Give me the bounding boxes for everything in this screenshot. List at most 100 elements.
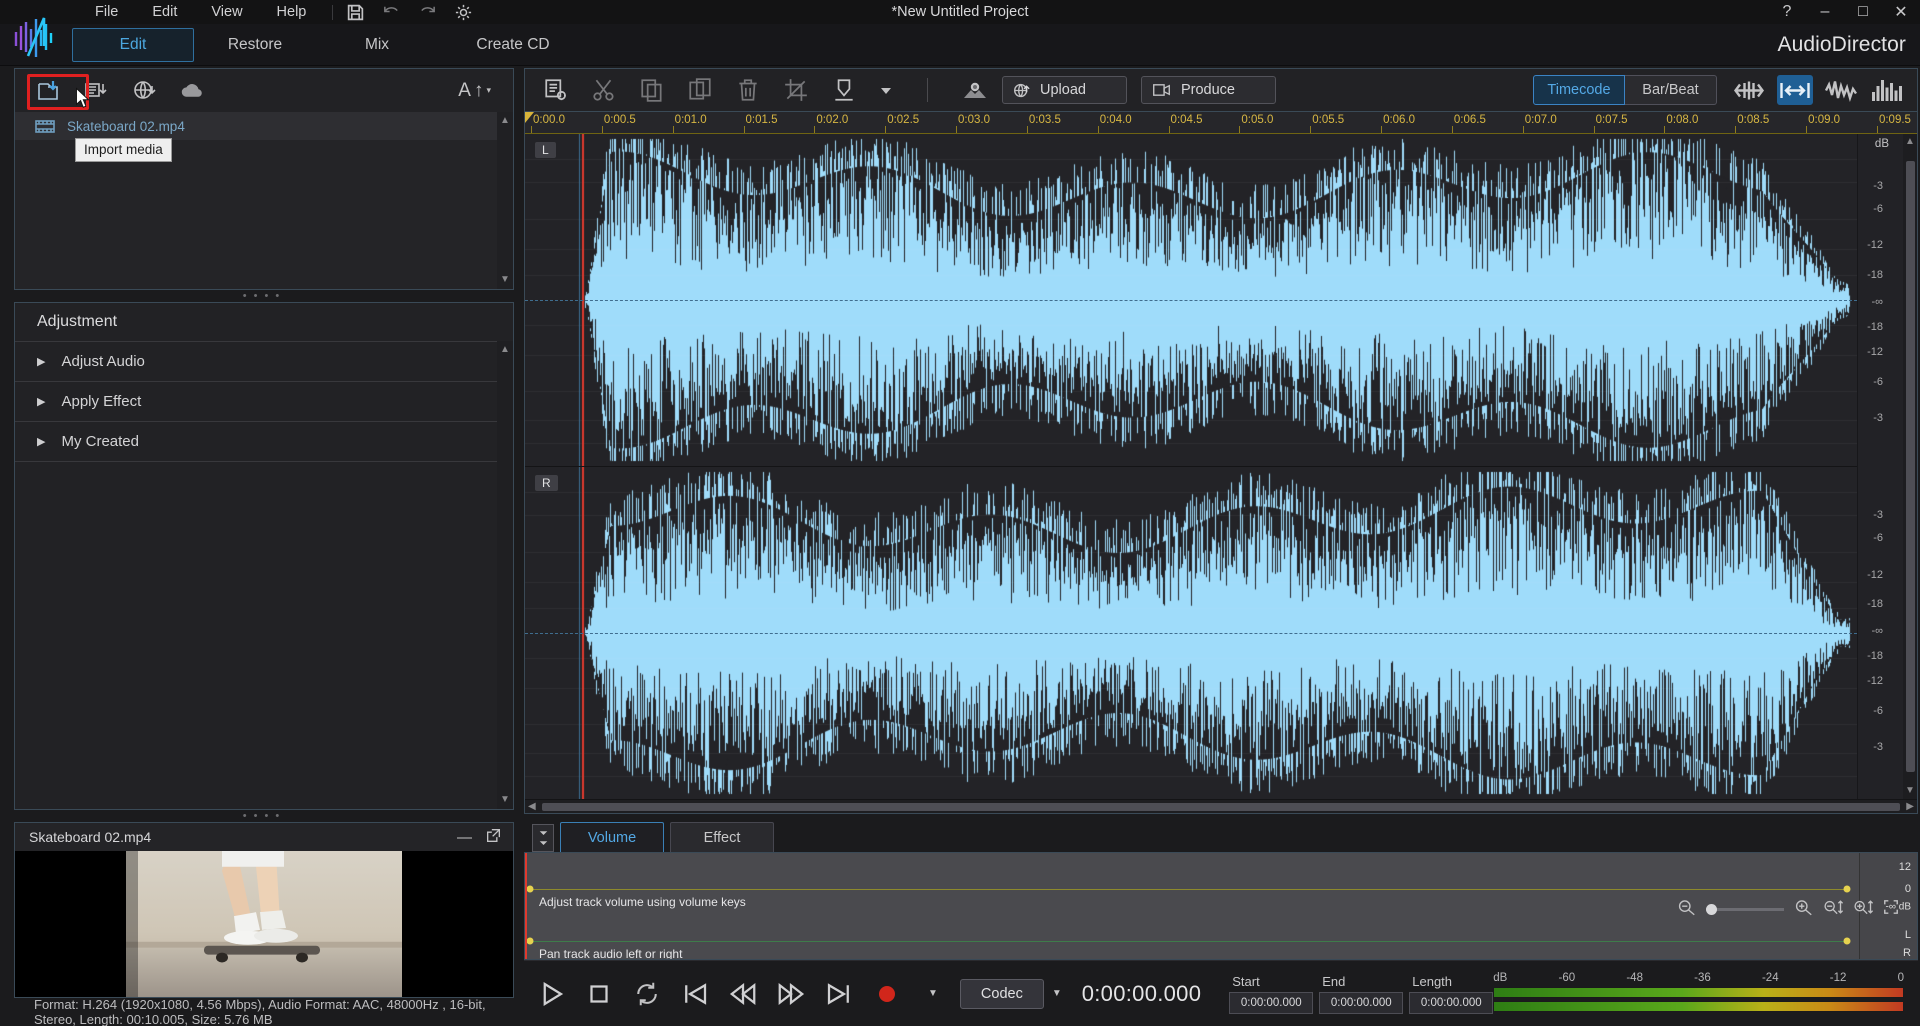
rewind-button[interactable] — [728, 979, 758, 1009]
scroll-up-arrow-icon[interactable]: ▲ — [500, 116, 510, 126]
double-caret-down-icon[interactable] — [532, 824, 554, 852]
preview-stage[interactable] — [15, 851, 513, 997]
codec-dropdown-caret[interactable]: ▼ — [1052, 988, 1062, 999]
zoom-out-icon[interactable] — [1677, 898, 1696, 921]
scroll-down-arrow-icon[interactable]: ▼ — [500, 795, 510, 805]
library-scrollbar[interactable]: ▲ ▼ — [497, 112, 513, 289]
panel-resize-grip-top[interactable]: • • • • — [0, 290, 524, 302]
menu-help[interactable]: Help — [260, 1, 324, 23]
scroll-down-arrow-icon[interactable]: ▼ — [1905, 786, 1915, 796]
zoom-slider-knob[interactable] — [1706, 904, 1717, 915]
download-from-web-icon[interactable] — [131, 78, 157, 104]
codec-button[interactable]: Codec — [960, 979, 1044, 1009]
tab-volume[interactable]: Volume — [560, 822, 664, 852]
scroll-left-arrow-icon[interactable]: ◀ — [528, 802, 536, 812]
mode-tab-create-cd[interactable]: Create CD — [438, 29, 588, 61]
zoom-in-icon[interactable] — [1794, 898, 1813, 921]
fast-forward-button[interactable] — [776, 979, 806, 1009]
marker-icon[interactable] — [831, 77, 857, 103]
current-time-display[interactable]: 0:00:00.000 — [1082, 981, 1202, 1007]
waveform-horizontal-scrollbar[interactable]: ◀ ▶ — [525, 799, 1917, 813]
waveform-view-icon[interactable] — [1823, 75, 1859, 105]
list-item[interactable]: Skateboard 02.mp4 — [15, 112, 513, 140]
loop-button[interactable] — [632, 979, 662, 1009]
produce-button[interactable]: Produce — [1141, 76, 1276, 104]
mode-tab-edit[interactable]: Edit — [72, 28, 194, 62]
minimize-button[interactable]: – — [1806, 0, 1844, 24]
upload-button[interactable]: Upload — [1002, 76, 1127, 104]
pan-envelope-line[interactable] — [525, 941, 1847, 942]
scrollbar-thumb[interactable] — [542, 803, 1901, 811]
channel-right[interactable]: R — [525, 467, 1857, 799]
mode-tab-restore[interactable]: Restore — [194, 29, 316, 61]
envelope-lanes[interactable]: Adjust track volume using volume keys Pa… — [525, 853, 1859, 959]
go-to-end-button[interactable] — [824, 979, 854, 1009]
media-library-list[interactable]: Skateboard 02.mp4 ▲ ▼ Import media — [14, 112, 514, 290]
waveform-vertical-scrollbar[interactable]: ▲ ▼ — [1903, 134, 1917, 799]
adjustment-row-adjust-audio[interactable]: ▶ Adjust Audio — [15, 341, 513, 381]
channel-left[interactable]: L — [525, 134, 1857, 467]
scroll-up-arrow-icon[interactable]: ▲ — [500, 345, 510, 355]
adjustment-scrollbar[interactable]: ▲ ▼ — [497, 341, 513, 809]
adjustment-row-my-created[interactable]: ▶ My Created ? — [15, 421, 513, 461]
volume-envelope-point[interactable] — [527, 886, 534, 893]
fit-view-icon[interactable] — [1777, 75, 1813, 105]
stop-button[interactable] — [584, 979, 614, 1009]
mode-tab-mix[interactable]: Mix — [316, 29, 438, 61]
preview-minimize-icon[interactable]: — — [457, 829, 472, 846]
panel-resize-grip-bottom[interactable]: • • • • — [0, 810, 524, 822]
sort-dropdown[interactable]: A ↑ ▾ — [458, 80, 491, 102]
delete-icon[interactable] — [735, 77, 761, 103]
end-value[interactable]: 0:00:00.000 — [1319, 992, 1403, 1014]
preferences-gear-icon[interactable] — [454, 3, 473, 22]
volume-envelope-line[interactable] — [525, 889, 1847, 890]
copy-icon[interactable] — [639, 77, 665, 103]
adjustment-row-apply-effect[interactable]: ▶ Apply Effect — [15, 381, 513, 421]
trim-icon[interactable] — [783, 77, 809, 103]
menu-edit[interactable]: Edit — [135, 1, 194, 23]
scroll-right-arrow-icon[interactable]: ▶ — [1906, 802, 1914, 812]
undo-icon[interactable] — [382, 3, 401, 22]
start-value[interactable]: 0:00:00.000 — [1229, 992, 1313, 1014]
menu-view[interactable]: View — [194, 1, 259, 23]
zoom-fit-icon[interactable] — [1853, 898, 1873, 921]
preview-popout-icon[interactable] — [486, 828, 501, 846]
clip-properties-icon[interactable] — [543, 77, 569, 103]
paste-icon[interactable] — [687, 77, 713, 103]
spectral-view-icon[interactable] — [1869, 75, 1905, 105]
ruler-tick-label: 0:07.0 — [1525, 114, 1557, 126]
ruler-tick-label: 0:03.5 — [1029, 114, 1061, 126]
zoom-slider[interactable] — [1706, 908, 1784, 911]
scroll-up-arrow-icon[interactable]: ▲ — [1905, 137, 1915, 147]
scrollbar-thumb[interactable] — [1906, 161, 1915, 772]
volume-envelope-point[interactable] — [1844, 886, 1851, 893]
pan-envelope-point[interactable] — [1844, 938, 1851, 945]
record-button[interactable] — [872, 979, 902, 1009]
play-button[interactable] — [536, 979, 566, 1009]
record-dropdown-caret[interactable]: ▼ — [928, 988, 938, 999]
pan-envelope-point[interactable] — [527, 938, 534, 945]
close-button[interactable]: ✕ — [1882, 0, 1920, 24]
playhead-marker-icon[interactable] — [525, 112, 534, 123]
maximize-button[interactable]: □ — [1844, 0, 1882, 24]
segment-bar-beat[interactable]: Bar/Beat — [1625, 75, 1717, 105]
key-icon[interactable] — [962, 77, 988, 103]
help-button[interactable]: ? — [1768, 0, 1806, 24]
zoom-vertical-icon[interactable] — [1823, 898, 1843, 921]
scroll-view-icon[interactable] — [1731, 75, 1767, 105]
tab-effect[interactable]: Effect — [670, 822, 774, 852]
scroll-down-arrow-icon[interactable]: ▼ — [500, 275, 510, 285]
marker-dropdown-caret[interactable] — [879, 77, 893, 103]
timeline-ruler[interactable]: 0:00.00:00.50:01.00:01.50:02.00:02.50:03… — [525, 112, 1917, 134]
segment-timecode[interactable]: Timecode — [1533, 75, 1625, 105]
redo-icon[interactable] — [418, 3, 437, 22]
import-media-icon[interactable] — [35, 78, 61, 104]
playhead-line[interactable] — [525, 853, 527, 959]
menu-file[interactable]: File — [78, 1, 135, 23]
save-icon[interactable] — [346, 3, 365, 22]
fullscreen-icon[interactable] — [1883, 899, 1899, 920]
length-value[interactable]: 0:00:00.000 — [1409, 992, 1493, 1014]
cut-icon[interactable] — [591, 77, 617, 103]
go-to-start-button[interactable] — [680, 979, 710, 1009]
cloud-icon[interactable] — [179, 78, 205, 104]
